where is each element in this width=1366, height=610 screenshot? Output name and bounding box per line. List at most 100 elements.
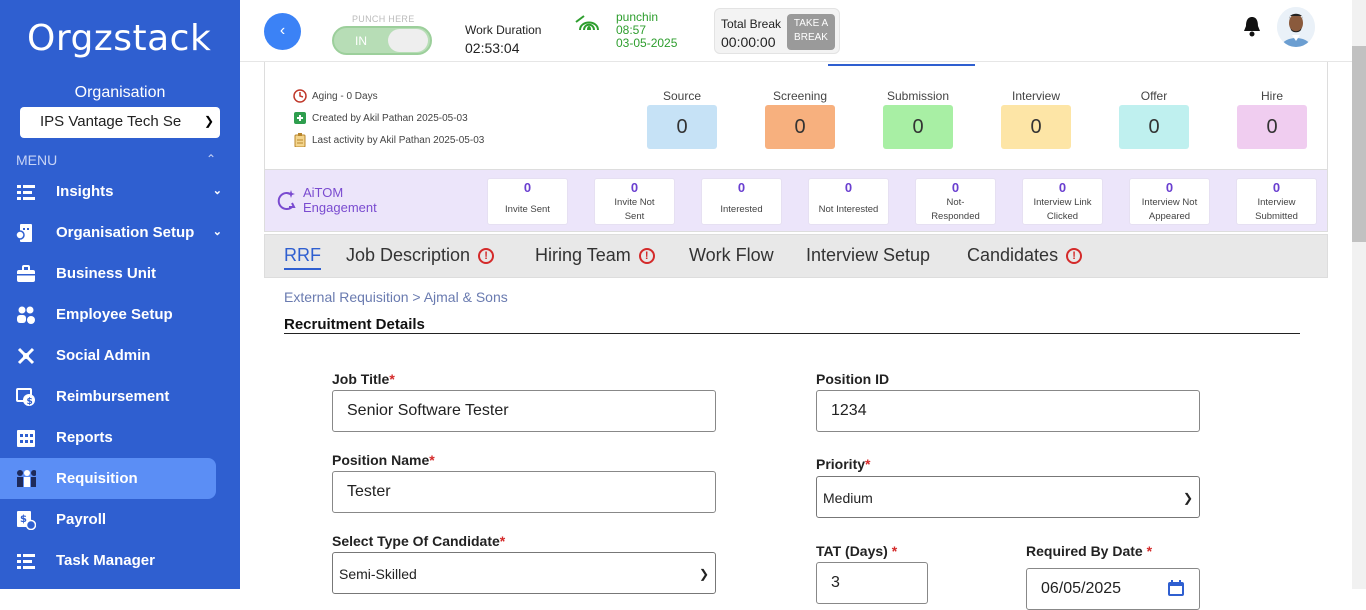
- briefcase-icon: [16, 264, 36, 284]
- stage-offer[interactable]: Offer 0: [1119, 89, 1189, 149]
- metric-interested[interactable]: 0 Interested: [701, 178, 782, 225]
- metric-invite-sent[interactable]: 0 Invite Sent: [487, 178, 568, 225]
- notification-bell-icon[interactable]: [1242, 15, 1262, 42]
- metric-label: Invite Sent: [505, 204, 550, 215]
- metric-label-line2: Appeared: [1148, 211, 1191, 222]
- punchin-info: punchin 08:57 03-05-2025: [616, 11, 677, 50]
- stage-label: Source: [662, 89, 702, 103]
- sidebar-item-label: Insights: [56, 183, 114, 200]
- active-indicator: [828, 64, 975, 66]
- calendar-icon[interactable]: [1167, 579, 1185, 602]
- metric-value: 0: [951, 180, 960, 195]
- sidebar-item-social-admin[interactable]: Social Admin: [0, 335, 240, 376]
- tab-work-flow[interactable]: Work Flow: [689, 245, 774, 266]
- position-name-input[interactable]: Tester: [332, 471, 716, 513]
- activity-info: Last activity by Akil Pathan 2025-05-03: [293, 133, 484, 148]
- tab-candidates[interactable]: Candidates!: [967, 245, 1083, 266]
- punch-here-label: PUNCH HERE: [352, 14, 415, 24]
- take-break-line1: TAKE A: [793, 18, 829, 29]
- metric-label: Interview Link: [1033, 197, 1092, 208]
- stage-source[interactable]: Source 0: [647, 89, 717, 149]
- metric-label-line2: Responded: [931, 211, 980, 222]
- sidebar-item-business-unit[interactable]: Business Unit: [0, 253, 240, 294]
- candidate-type-label: Select Type Of Candidate*: [332, 533, 506, 549]
- sidebar-item-label: Reports: [56, 429, 113, 446]
- sidebar-item-label: Requisition: [56, 470, 138, 487]
- chevron-down-icon: ⌄: [212, 185, 222, 197]
- clock-icon: [293, 89, 307, 103]
- reports-icon: [16, 428, 36, 448]
- required-by-date-input[interactable]: 06/05/2025: [1026, 568, 1200, 610]
- punch-toggle[interactable]: IN: [332, 26, 432, 55]
- metric-interview-not-appeared[interactable]: 0 Interview Not Appeared: [1129, 178, 1210, 225]
- stage-hire[interactable]: Hire 0: [1237, 89, 1307, 149]
- collapse-sidebar-button[interactable]: ‹: [264, 13, 301, 50]
- created-by-text: Created by Akil Pathan 2025-05-03: [312, 112, 468, 124]
- svg-text:$: $: [20, 514, 27, 525]
- user-avatar[interactable]: [1277, 7, 1315, 47]
- metric-not-interested[interactable]: 0 Not Interested: [808, 178, 889, 225]
- sidebar-item-insights[interactable]: Insights ⌄: [0, 171, 240, 212]
- stage-value: 0: [1119, 105, 1189, 149]
- sidebar-nav: Insights ⌄ Organisation Setup ⌄ Business…: [0, 171, 240, 581]
- metric-not-responded[interactable]: 0 Not- Responded: [915, 178, 996, 225]
- priority-select[interactable]: Medium ❯: [816, 476, 1200, 518]
- sidebar-item-label: Reimbursement: [56, 388, 170, 405]
- chevron-down-icon: ❯: [1182, 491, 1193, 505]
- stage-interview[interactable]: Interview 0: [1001, 89, 1071, 149]
- stage-submission[interactable]: Submission 0: [883, 89, 953, 149]
- sidebar-item-employee-setup[interactable]: Employee Setup: [0, 294, 240, 335]
- sidebar-item-organisation-setup[interactable]: Organisation Setup ⌄: [0, 212, 240, 253]
- tab-label: Candidates: [967, 245, 1059, 265]
- sidebar-item-requisition[interactable]: Requisition: [0, 458, 216, 499]
- metric-label: Not Interested: [818, 204, 879, 215]
- metric-label: Interview Not: [1141, 197, 1198, 208]
- sidebar-item-reimbursement[interactable]: $ Reimbursement: [0, 376, 240, 417]
- app-logo: Orgzstack: [27, 18, 212, 59]
- metric-label-line2: Sent: [624, 211, 645, 222]
- take-break-line2: BREAK: [794, 32, 828, 43]
- breadcrumb[interactable]: External Requisition > Ajmal & Sons: [284, 289, 508, 305]
- job-title-input[interactable]: Senior Software Tester: [332, 390, 716, 432]
- stage-screening[interactable]: Screening 0: [765, 89, 835, 149]
- take-break-button[interactable]: TAKE A BREAK: [787, 14, 835, 50]
- tab-label: Work Flow: [689, 245, 774, 265]
- metric-interview-link-clicked[interactable]: 0 Interview Link Clicked: [1022, 178, 1103, 225]
- sidebar-item-label: Task Manager: [56, 552, 155, 569]
- sidebar-item-payroll[interactable]: $ Payroll: [0, 499, 240, 540]
- position-id-input[interactable]: 1234: [816, 390, 1200, 432]
- organisation-select[interactable]: IPS Vantage Tech Se ❯: [20, 107, 220, 138]
- sidebar-item-reports[interactable]: Reports: [0, 417, 240, 458]
- fingerprint-icon: [574, 12, 604, 41]
- sidebar-item-label: Employee Setup: [56, 306, 173, 323]
- tab-interview-setup[interactable]: Interview Setup: [806, 245, 930, 266]
- work-duration-value: 02:53:04: [465, 40, 520, 56]
- requisition-summary-card: Aging - 0 Days Created by Akil Pathan 20…: [264, 62, 1328, 170]
- metric-label-line2: Clicked: [1046, 211, 1079, 222]
- sidebar-item-task-manager[interactable]: Task Manager: [0, 540, 240, 581]
- aitom-label-line2: Engagement: [303, 200, 377, 215]
- plus-square-icon: [293, 111, 307, 125]
- warning-icon: !: [478, 247, 495, 264]
- requisition-icon: [16, 469, 36, 489]
- chevron-up-icon[interactable]: ⌃: [206, 152, 216, 166]
- stage-label: Interview: [1011, 89, 1061, 103]
- metric-value: 0: [630, 180, 639, 195]
- candidate-type-select[interactable]: Semi-Skilled ❯: [332, 552, 716, 594]
- tat-input[interactable]: 3: [816, 562, 928, 604]
- required-by-label: Required By Date *: [1026, 543, 1153, 559]
- organisation-label: Organisation: [74, 84, 166, 101]
- stage-value: 0: [1237, 105, 1307, 149]
- tab-job-description[interactable]: Job Description!: [346, 245, 495, 266]
- stage-value: 0: [647, 105, 717, 149]
- metric-label: Interview: [1257, 197, 1296, 208]
- tab-hiring-team[interactable]: Hiring Team!: [535, 245, 655, 266]
- total-break-value: 00:00:00: [721, 34, 776, 50]
- scrollbar-thumb[interactable]: [1352, 46, 1366, 242]
- stage-label: Screening: [772, 89, 828, 103]
- metric-label: Interested: [720, 204, 763, 215]
- metric-value: 0: [737, 180, 746, 195]
- metric-interview-submitted[interactable]: 0 Interview Submitted: [1236, 178, 1317, 225]
- metric-invite-not-sent[interactable]: 0 Invite Not Sent: [594, 178, 675, 225]
- tab-rrf[interactable]: RRF: [284, 245, 321, 270]
